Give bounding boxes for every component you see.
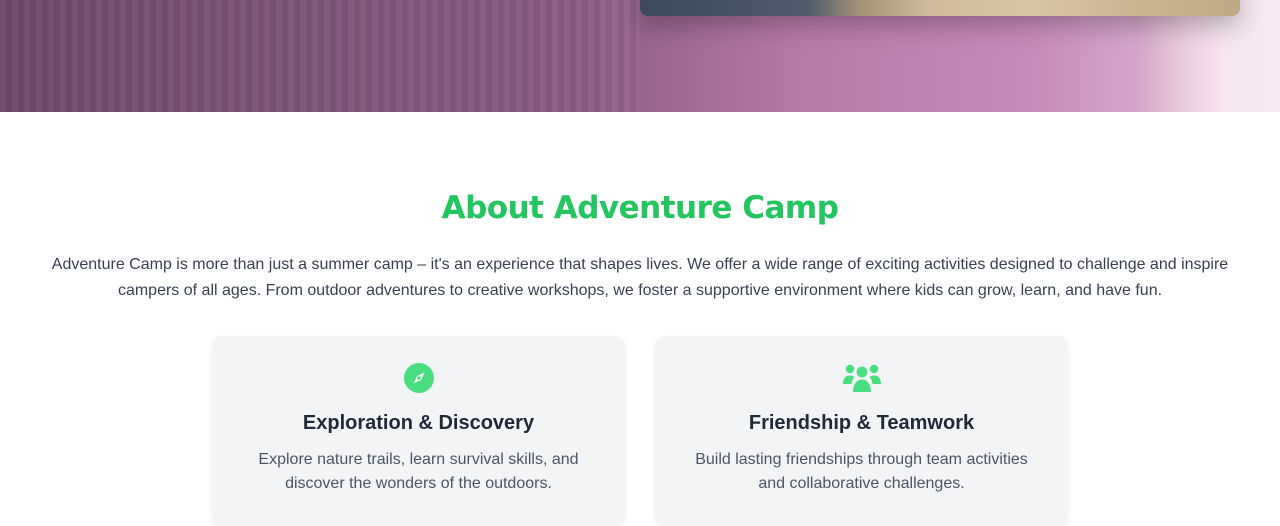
about-section: About Adventure Camp Adventure Camp is m… [0,112,1280,526]
hero-image [640,0,1240,16]
hero-background-texture [0,0,640,112]
feature-card-friendship: Friendship & Teamwork Build lasting frie… [655,336,1068,526]
feature-text: Explore nature trails, learn survival sk… [258,451,579,492]
feature-title: Exploration & Discovery [302,412,535,434]
about-title: About Adventure Camp [441,190,839,226]
compass-icon [212,362,625,394]
feature-title: Friendship & Teamwork [748,412,975,434]
about-description: Adventure Camp is more than just a summe… [51,256,1229,299]
users-group-icon [655,362,1068,394]
hero-section [0,0,1280,112]
hero-background-glow [1140,0,1280,112]
feature-text: Build lasting friendships through team a… [695,451,1028,492]
feature-card-exploration: Exploration & Discovery Explore nature t… [212,336,625,526]
